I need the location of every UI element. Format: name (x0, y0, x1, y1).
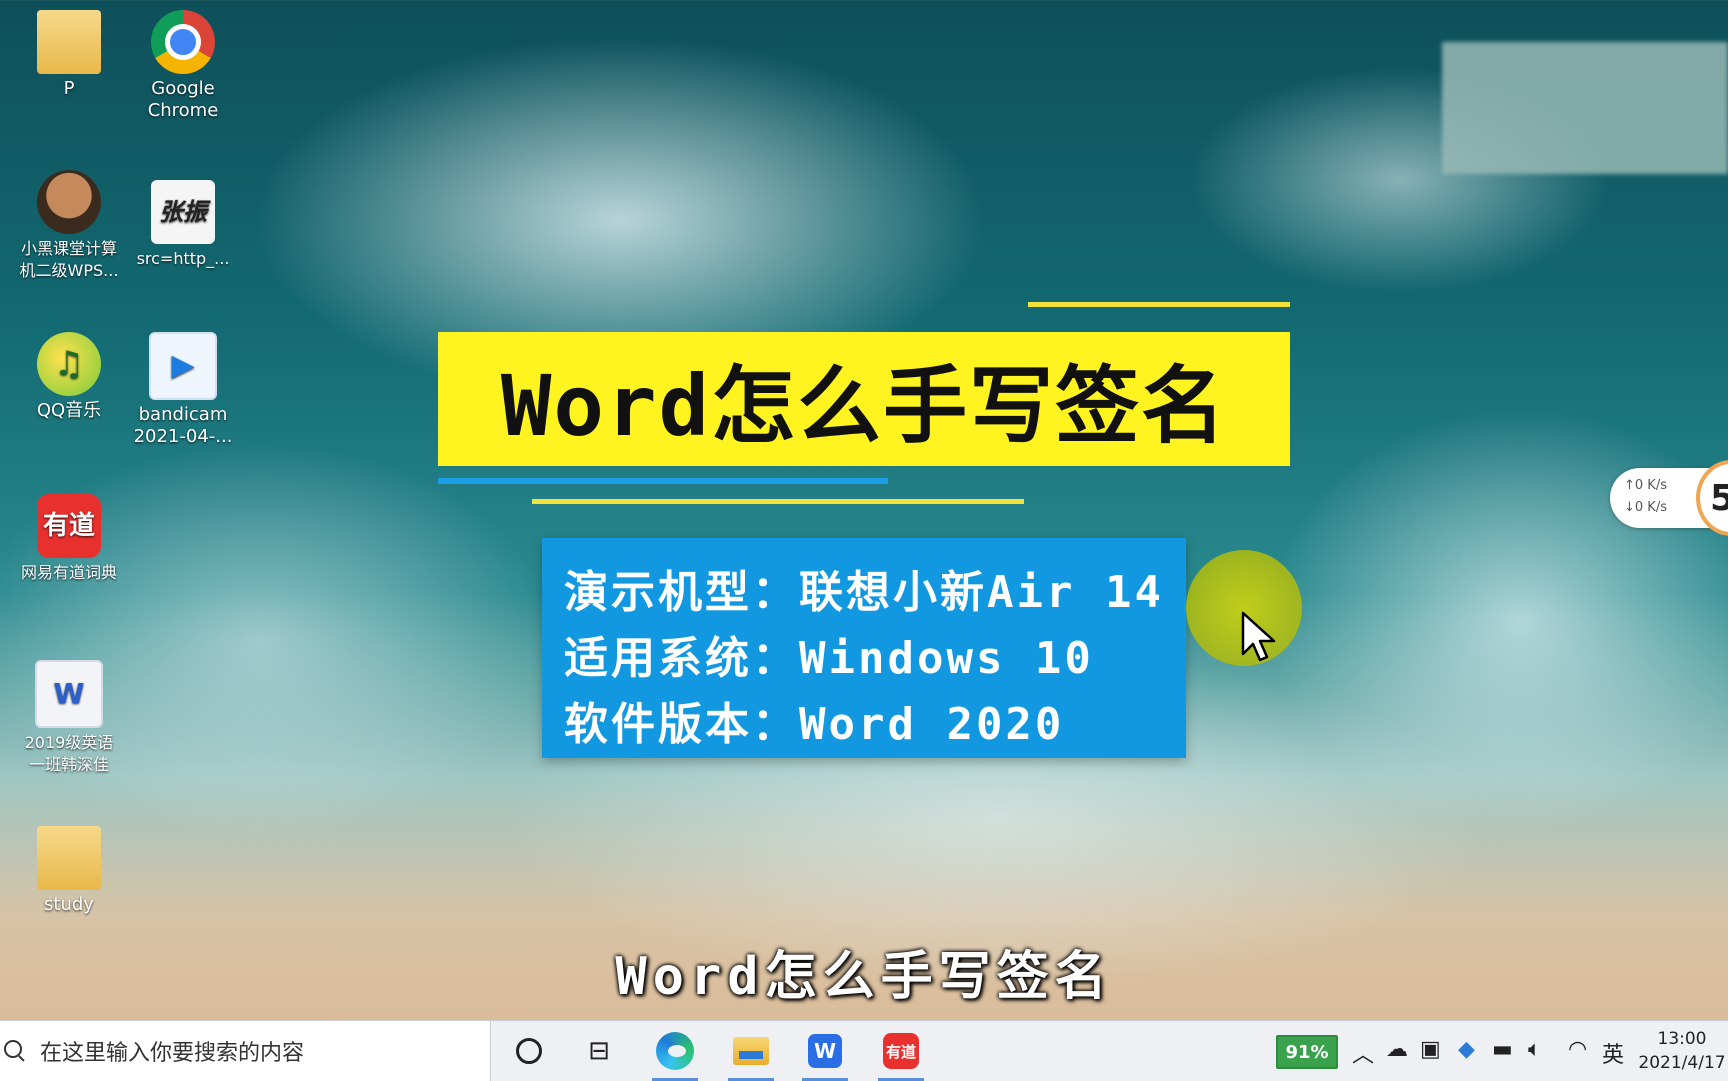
desktop-icon-p[interactable]: P (14, 10, 124, 100)
dropbox-icon[interactable]: ◆ (1458, 1037, 1475, 1062)
task-view-icon: ⊟ (588, 1036, 610, 1066)
battery-icon[interactable]: ▬ (1492, 1037, 1513, 1062)
desktop-icon-qqmusic[interactable]: ♫ QQ音乐 (14, 332, 124, 422)
volume-icon[interactable]: 🔈︎ (1528, 1037, 1541, 1062)
blurred-overlay (1442, 42, 1728, 174)
wifi-icon[interactable]: ◠ (1568, 1037, 1587, 1062)
desktop-icon-xiaohei[interactable]: 小黑课堂计算机二级WPS... (14, 170, 124, 282)
info-device: 演示机型：联想小新Air 14 (564, 567, 1164, 618)
title-banner: Word怎么手写签名 (438, 332, 1290, 466)
display-icon[interactable]: ▣ (1420, 1037, 1441, 1062)
signature-image-icon: 张振 (151, 180, 215, 244)
folder-icon (37, 10, 101, 74)
qq-music-icon: ♫ (37, 332, 101, 396)
youdao-icon: 有道 (37, 494, 101, 558)
chrome-icon (151, 10, 215, 74)
upload-speed: ↑0 K/s (1624, 478, 1667, 493)
decorative-line (532, 499, 1024, 504)
ime-indicator[interactable]: 英 (1602, 1037, 1624, 1069)
onedrive-cloud-icon[interactable]: ☁ (1386, 1037, 1408, 1062)
mouse-pointer-icon (1241, 611, 1276, 662)
search-icon (4, 1040, 26, 1062)
decorative-line (1028, 302, 1290, 307)
clock-time: 13:00 (1657, 1029, 1707, 1049)
decorative-line (438, 478, 888, 484)
avatar-icon (37, 170, 101, 234)
desktop-icon-signature-image[interactable]: 张振 src=http_... (128, 180, 238, 270)
taskbar-edge[interactable] (646, 1027, 704, 1081)
desktop-icon-label: src=http_... (136, 249, 230, 268)
document-icon: W (35, 660, 103, 728)
desktop-icon-label: study (44, 894, 94, 915)
desktop-icon-label: P (63, 78, 75, 99)
info-panel: 演示机型：联想小新Air 14 适用系统：Windows 10 软件版本：Wor… (542, 538, 1186, 758)
taskbar: 在这里输入你要搜索的内容 ⊟ W 有道 91% ︿ ☁ ▣ ◆ ▬ 🔈︎ ◠ 英… (0, 1020, 1728, 1081)
battery-percentage-badge[interactable]: 91% (1276, 1035, 1338, 1069)
desktop-icon-doc[interactable]: W 2019级英语一班韩深佳 (14, 660, 124, 776)
taskbar-clock[interactable]: 13:00 2021/4/17 (1636, 1027, 1728, 1075)
desktop-icon-label: bandicam 2021-04-... (133, 404, 233, 447)
desktop-icon-chrome[interactable]: Google Chrome (128, 10, 238, 122)
desktop-icon-label: 小黑课堂计算机二级WPS... (19, 239, 119, 280)
edge-icon (656, 1032, 694, 1070)
desktop-icon-label: QQ音乐 (36, 400, 102, 421)
wps-writer-icon: W (808, 1034, 842, 1068)
search-placeholder: 在这里输入你要搜索的内容 (40, 1041, 305, 1066)
desktop-icon-youdao[interactable]: 有道 网易有道词典 (14, 494, 124, 584)
cortana-button[interactable] (500, 1027, 558, 1075)
taskbar-search-box[interactable]: 在这里输入你要搜索的内容 (0, 1021, 491, 1081)
video-title: Word怎么手写签名 (500, 356, 1228, 455)
desktop-icon-label: Google Chrome (147, 78, 219, 121)
desktop-icon-label: 网易有道词典 (20, 563, 117, 582)
taskbar-wps[interactable]: W (796, 1027, 854, 1081)
info-software: 软件版本：Word 2020 (564, 699, 1065, 750)
desktop-icon-label: 2019级英语一班韩深佳 (24, 733, 114, 774)
video-file-icon: ▶ (149, 332, 217, 400)
chevron-up-icon[interactable]: ︿ (1352, 1037, 1374, 1069)
info-system: 适用系统：Windows 10 (564, 633, 1094, 684)
taskbar-youdao[interactable]: 有道 (872, 1027, 930, 1081)
clock-date: 2021/4/17 (1638, 1053, 1726, 1073)
youdao-icon: 有道 (883, 1033, 919, 1069)
video-subtitle: Word怎么手写签名 (615, 947, 1113, 1007)
task-view-button[interactable]: ⊟ (570, 1027, 628, 1075)
desktop-icon-study[interactable]: study (14, 826, 124, 916)
taskbar-file-explorer[interactable] (722, 1027, 780, 1081)
download-speed: ↓0 K/s (1624, 500, 1667, 515)
cortana-circle-icon (516, 1038, 542, 1064)
file-explorer-icon (733, 1037, 769, 1065)
desktop-icon-bandicam[interactable]: ▶ bandicam 2021-04-... (128, 332, 238, 448)
folder-icon (37, 826, 101, 890)
